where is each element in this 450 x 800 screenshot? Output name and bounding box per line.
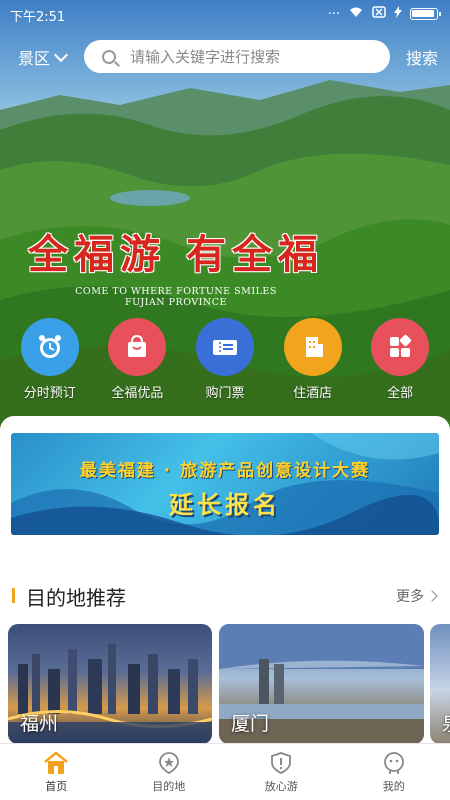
region-selector[interactable]: 景区: [18, 45, 69, 69]
shopping-bag-icon: [108, 318, 167, 376]
quick-link-label: 购门票: [205, 386, 245, 401]
quick-link-timed-booking[interactable]: 分时预订: [10, 318, 90, 401]
search-button[interactable]: 搜索: [406, 45, 438, 69]
nav-label: 目的地: [152, 779, 186, 793]
more-label: 更多: [396, 589, 424, 605]
chevron-right-icon: [426, 590, 438, 602]
alarm-clock-icon: [20, 318, 79, 376]
quick-link-premium-products[interactable]: 全福优品: [97, 318, 177, 401]
quick-link-label: 分时预订: [23, 386, 76, 401]
destination-name: 厦门: [231, 713, 270, 735]
region-label: 景区: [18, 49, 51, 68]
bottom-navigation: 首页 目的地 放心游 我的: [0, 743, 450, 800]
profile-face-icon: [383, 751, 404, 774]
grid-apps-icon: [371, 318, 430, 376]
status-bar: 下午2:51 ···: [0, 0, 450, 28]
destination-card-xiamen[interactable]: 厦门: [219, 624, 424, 744]
nav-label: 我的: [382, 779, 405, 793]
quick-link-hotels[interactable]: 住酒店: [273, 318, 353, 401]
quick-link-label: 全部: [387, 386, 414, 401]
slogan-logo: 全福游 有全福 COME TO WHERE FORTUNE SMILES FUJ…: [26, 222, 326, 308]
search-header: 景区 搜索: [0, 38, 450, 74]
banner-subtitle: 延长报名: [169, 491, 281, 519]
search-icon: [102, 49, 116, 64]
slogan-english-line1: COME TO WHERE FORTUNE SMILES: [75, 286, 277, 297]
battery-icon: [410, 8, 441, 20]
destination-pin-icon: [158, 751, 179, 774]
nav-profile[interactable]: 我的: [338, 744, 450, 800]
home-icon: [44, 750, 69, 774]
sim-off-icon: [372, 6, 386, 22]
destination-card-fuzhou[interactable]: 福州: [8, 624, 212, 744]
chevron-down-icon: [53, 47, 69, 62]
ticket-icon: [195, 318, 254, 376]
nav-destinations[interactable]: 目的地: [113, 744, 226, 800]
banner-title: 最美福建 · 旅游产品创意设计大赛: [79, 461, 371, 481]
quick-link-label: 住酒店: [293, 386, 333, 401]
nav-label: 首页: [45, 779, 68, 793]
wifi-icon: [348, 6, 364, 22]
status-icons: ···: [327, 6, 441, 22]
more-link[interactable]: 更多: [396, 586, 438, 606]
charging-icon: [394, 6, 402, 22]
slogan-english-line2: FUJIAN PROVINCE: [125, 297, 227, 308]
section-title: 目的地推荐: [26, 586, 126, 610]
quick-link-all[interactable]: 全部: [360, 318, 440, 401]
quick-link-buy-tickets[interactable]: 购门票: [185, 318, 265, 401]
nav-safe-travel[interactable]: 放心游: [225, 744, 338, 800]
destinations-header: 目的地推荐 更多: [0, 580, 450, 610]
section-accent-bar: [12, 588, 15, 603]
hotel-building-icon: [283, 318, 342, 376]
destination-card-quanzhou[interactable]: 泉: [430, 624, 450, 744]
search-input[interactable]: [130, 47, 370, 66]
main-content: 最美福建 · 旅游产品创意设计大赛 延长报名 目的地推荐 更多 福州 厦门: [0, 416, 450, 746]
nav-home[interactable]: 首页: [0, 744, 113, 800]
destination-cards: 福州 厦门 泉: [8, 624, 450, 744]
status-time: 下午2:51: [10, 10, 66, 25]
destination-name: 福州: [20, 713, 59, 735]
slogan-title: 全福游 有全福: [28, 231, 324, 278]
nav-label: 放心游: [264, 779, 298, 793]
shield-icon: [271, 751, 292, 774]
search-bar[interactable]: [84, 40, 390, 73]
quick-links: 分时预订 全福优品 购门票 住酒店 全部: [0, 318, 450, 401]
more-dots-icon: ···: [327, 6, 340, 22]
promo-banner[interactable]: 最美福建 · 旅游产品创意设计大赛 延长报名: [11, 433, 439, 535]
destination-name: 泉: [442, 709, 450, 736]
quick-link-label: 全福优品: [111, 386, 164, 401]
